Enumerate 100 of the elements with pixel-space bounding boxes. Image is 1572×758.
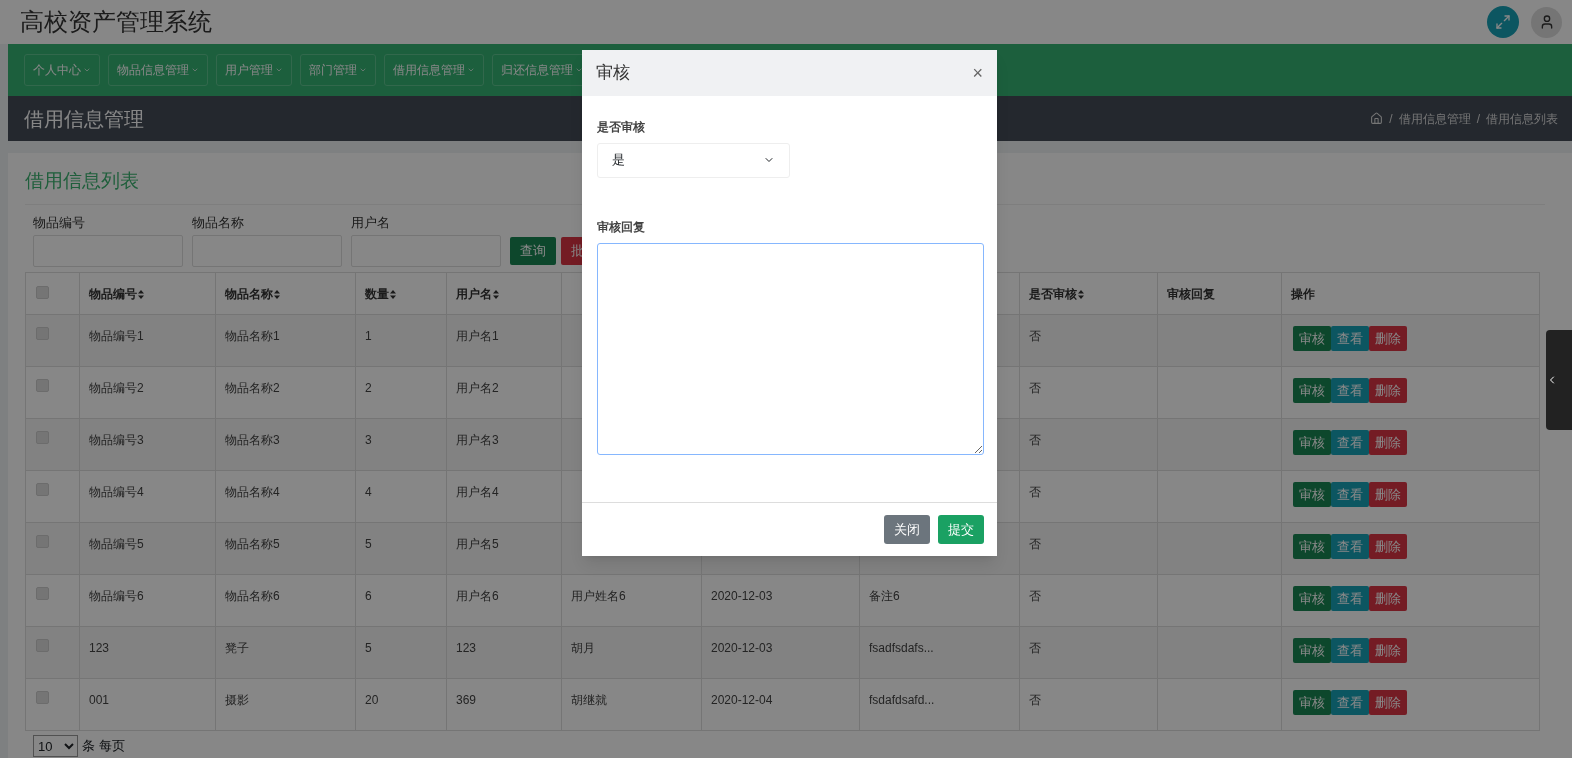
- query-button[interactable]: 查询: [510, 237, 556, 265]
- column-header[interactable]: 物品编号: [89, 286, 137, 301]
- row-checkbox[interactable]: [36, 483, 49, 496]
- dialog-title: 审核: [596, 62, 630, 85]
- nav-item[interactable]: 借用信息管理: [384, 54, 484, 86]
- form-label: 是否审核: [597, 118, 646, 136]
- breadcrumb-separator: /: [1389, 110, 1393, 128]
- review-button[interactable]: 审核: [1293, 378, 1331, 403]
- caret-icon: [467, 66, 475, 74]
- delete-button[interactable]: 删除: [1369, 690, 1407, 715]
- table-cell: 5: [365, 537, 372, 551]
- view-button[interactable]: 查看: [1331, 534, 1369, 559]
- table-cell: fsadfsdafs...: [869, 641, 934, 655]
- field-label: 用户名: [351, 213, 391, 232]
- delete-button[interactable]: 删除: [1369, 534, 1407, 559]
- field-label: 物品编号: [33, 213, 86, 232]
- column-header: 操作: [1291, 286, 1315, 301]
- column-header[interactable]: 数量: [365, 286, 389, 301]
- delete-button[interactable]: 删除: [1369, 482, 1407, 507]
- page-size-select[interactable]: 10: [33, 735, 78, 757]
- table-cell: 369: [456, 693, 477, 707]
- review-button[interactable]: 审核: [1293, 690, 1331, 715]
- row-checkbox[interactable]: [36, 587, 49, 600]
- nav-item[interactable]: 用户管理: [216, 54, 292, 86]
- nav-item[interactable]: 个人中心: [24, 54, 100, 86]
- delete-button[interactable]: 删除: [1369, 326, 1407, 351]
- table-cell: 物品名称4: [225, 485, 280, 499]
- table-cell: 否: [1029, 641, 1041, 655]
- table-cell: 物品编号3: [89, 433, 144, 447]
- view-button[interactable]: 查看: [1331, 690, 1369, 715]
- table-cell: 用户姓名6: [571, 589, 626, 603]
- table-cell: 物品编号4: [89, 485, 144, 499]
- view-button[interactable]: 查看: [1331, 482, 1369, 507]
- table-cell: 凳子: [225, 641, 249, 655]
- row-checkbox[interactable]: [36, 691, 49, 704]
- close-button[interactable]: ×: [972, 63, 983, 82]
- row-checkbox[interactable]: [36, 286, 49, 299]
- table-cell: 用户名5: [456, 537, 499, 551]
- review-select[interactable]: 是: [597, 142, 790, 178]
- table-cell: 物品名称6: [225, 589, 280, 603]
- delete-button[interactable]: 删除: [1369, 378, 1407, 403]
- home-icon[interactable]: [1370, 112, 1384, 125]
- page-title: 借用信息管理: [24, 106, 144, 132]
- table-cell: 4: [365, 485, 372, 499]
- view-button[interactable]: 查看: [1331, 326, 1369, 351]
- breadcrumb-separator: /: [1476, 110, 1480, 128]
- table-cell: 用户名2: [456, 381, 499, 395]
- review-button[interactable]: 审核: [1293, 534, 1331, 559]
- table-cell: 6: [365, 589, 372, 603]
- caret-icon: [575, 66, 583, 74]
- review-button[interactable]: 审核: [1293, 430, 1331, 455]
- caret-icon: [275, 66, 283, 74]
- table-cell: 用户名3: [456, 433, 499, 447]
- table-cell: 胡继就: [571, 693, 607, 707]
- review-button[interactable]: 审核: [1293, 638, 1331, 663]
- row-checkbox[interactable]: [36, 379, 49, 392]
- sort-icon[interactable]: [138, 289, 144, 299]
- review-button[interactable]: 审核: [1293, 586, 1331, 611]
- caret-icon: [191, 66, 199, 74]
- table-cell: 物品编号5: [89, 537, 144, 551]
- reply-textarea[interactable]: [597, 242, 984, 455]
- table-cell: 001: [89, 693, 110, 707]
- side-handle[interactable]: [1546, 330, 1572, 430]
- column-header[interactable]: 物品名称: [225, 286, 273, 301]
- field-label: 物品名称: [192, 213, 245, 232]
- breadcrumb-item[interactable]: 借用信息管理: [1398, 109, 1471, 128]
- table-cell: 否: [1029, 433, 1041, 447]
- review-button[interactable]: 审核: [1293, 482, 1331, 507]
- table-cell: 物品编号2: [89, 381, 144, 395]
- delete-button[interactable]: 删除: [1369, 586, 1407, 611]
- breadcrumb-item[interactable]: 借用信息列表: [1486, 109, 1558, 128]
- table-cell: 胡月: [571, 641, 595, 655]
- user-button[interactable]: [1531, 6, 1562, 38]
- nav-item[interactable]: 物品信息管理: [108, 54, 208, 86]
- table-cell: 物品名称2: [225, 381, 280, 395]
- view-button[interactable]: 查看: [1331, 586, 1369, 611]
- close-dialog-button[interactable]: 关闭: [884, 514, 930, 544]
- column-header[interactable]: 是否审核: [1029, 286, 1077, 301]
- expand-icon: [1495, 14, 1511, 30]
- caret-icon: [359, 66, 367, 74]
- table-cell: 摄影: [225, 693, 249, 707]
- table-cell: 物品名称3: [225, 433, 280, 447]
- table-cell: 否: [1029, 589, 1041, 603]
- sort-icon[interactable]: [493, 289, 499, 299]
- view-button[interactable]: 查看: [1331, 638, 1369, 663]
- sort-icon[interactable]: [1078, 289, 1084, 299]
- column-header[interactable]: 用户名: [456, 286, 492, 301]
- nav-item[interactable]: 部门管理: [300, 54, 376, 86]
- table-cell: 1: [365, 329, 372, 343]
- sort-icon[interactable]: [274, 289, 280, 299]
- table-cell: 物品编号1: [89, 329, 144, 343]
- delete-button[interactable]: 删除: [1369, 430, 1407, 455]
- view-button[interactable]: 查看: [1331, 430, 1369, 455]
- delete-button[interactable]: 删除: [1369, 638, 1407, 663]
- fullscreen-button[interactable]: [1487, 6, 1519, 38]
- sort-icon[interactable]: [390, 289, 396, 299]
- review-button[interactable]: 审核: [1293, 326, 1331, 351]
- view-button[interactable]: 查看: [1331, 378, 1369, 403]
- submit-button[interactable]: 提交: [938, 514, 984, 544]
- table-cell: 20: [365, 693, 379, 707]
